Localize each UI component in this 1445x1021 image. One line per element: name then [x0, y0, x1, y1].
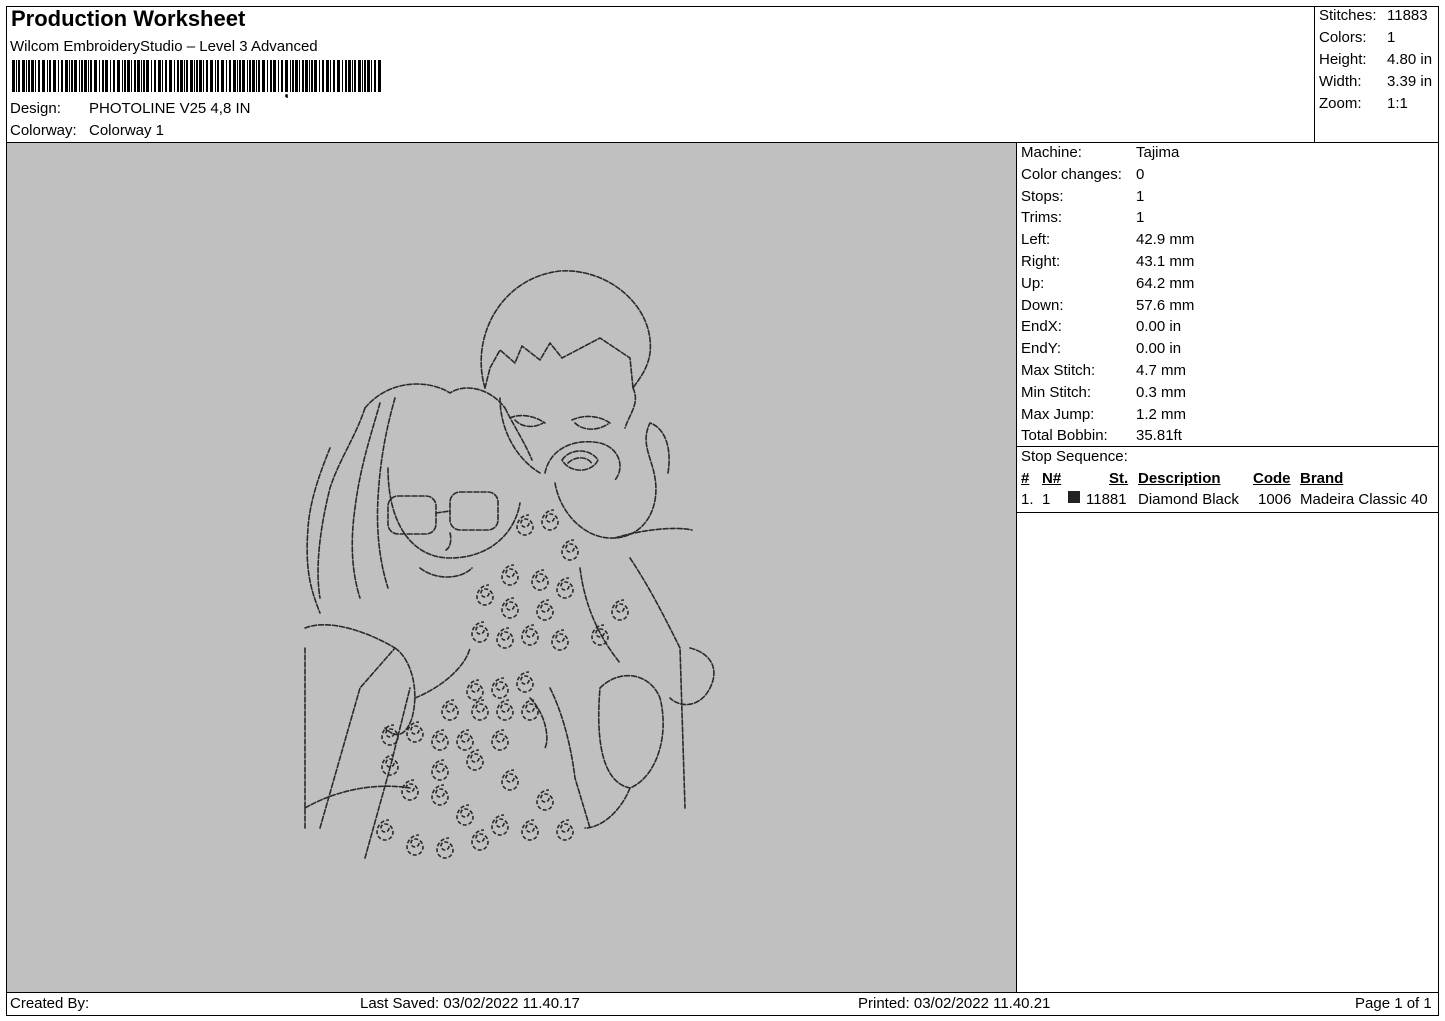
- machine-info-value: 43.1 mm: [1136, 253, 1195, 270]
- row-stitches: 11881: [1086, 491, 1127, 508]
- design-label: Design:: [10, 100, 61, 117]
- machine-info-value: 57.6 mm: [1136, 296, 1195, 314]
- design-value: PHOTOLINE V25 4,8 IN: [89, 100, 251, 117]
- machine-info-label: Left:: [1021, 231, 1051, 249]
- machine-info-value: 4.7 mm: [1136, 362, 1187, 379]
- machine-info-value: 1.2 mm: [1136, 405, 1187, 423]
- zoom-value: 1:1: [1387, 95, 1408, 112]
- row-number: 1.: [1021, 491, 1034, 508]
- svg-text:,: ,: [284, 81, 289, 98]
- colorway-value: Colorway 1: [89, 122, 165, 139]
- col-brand: Brand: [1300, 470, 1344, 487]
- machine-info-label: Min Stitch:: [1021, 383, 1092, 401]
- machine-info-label: EndX:: [1021, 318, 1062, 336]
- col-number: #: [1021, 470, 1030, 487]
- machine-info-label: Stops:: [1021, 187, 1064, 205]
- machine-info-label: Max Jump:: [1021, 405, 1095, 423]
- width-label: Width:: [1319, 73, 1362, 90]
- machine-info-value: 0: [1136, 165, 1145, 183]
- summary-divider: [1314, 6, 1315, 143]
- stitches-label: Stitches:: [1319, 7, 1377, 24]
- printed-date: Printed: 03/02/2022 11.40.21: [858, 995, 1051, 1012]
- machine-info-label: Right:: [1021, 253, 1061, 270]
- stitches-value: 11883: [1387, 7, 1428, 24]
- footer-divider: [6, 992, 1439, 993]
- width-value: 3.39 in: [1387, 73, 1433, 90]
- machine-info-value: 1: [1136, 187, 1145, 205]
- machine-info-label: Total Bobbin:: [1021, 427, 1108, 445]
- machine-info-label: Color changes:: [1021, 165, 1122, 183]
- col-code: Code: [1253, 470, 1291, 487]
- colorway-label: Colorway:: [10, 122, 77, 139]
- created-by: Created By:: [10, 995, 90, 1012]
- color-swatch: [1068, 491, 1080, 503]
- machine-info-value: 64.2 mm: [1136, 274, 1195, 292]
- machine-info-value: 1: [1136, 209, 1145, 227]
- height-label: Height:: [1319, 51, 1367, 68]
- row-brand: Madeira Classic 40: [1300, 491, 1428, 508]
- machine-info-label: Down:: [1021, 296, 1064, 314]
- machine-info-value: Tajima: [1136, 144, 1180, 161]
- row-needle: 1: [1042, 491, 1051, 508]
- row-code: 1006: [1258, 491, 1292, 508]
- page-number: Page 1 of 1: [1355, 995, 1432, 1012]
- barcode-icon: ,: [12, 60, 381, 98]
- stops-divider: [1016, 512, 1439, 513]
- worksheet-title: Production Worksheet: [11, 6, 246, 31]
- canvas-divider: [1016, 142, 1017, 993]
- machine-info-value: 0.00 in: [1136, 318, 1182, 336]
- machine-info-label: Trims:: [1021, 209, 1063, 227]
- col-stitches: St.: [1109, 470, 1129, 487]
- height-value: 4.80 in: [1387, 51, 1433, 68]
- stop-sequence-label: Stop Sequence:: [1021, 448, 1128, 465]
- machine-info-value: 35.81ft: [1136, 427, 1182, 445]
- machine-info-value: 0.3 mm: [1136, 383, 1187, 401]
- software-name: Wilcom EmbroideryStudio – Level 3 Advanc…: [10, 38, 318, 55]
- colors-label: Colors:: [1319, 29, 1367, 46]
- embroidery-design-preview: [304, 270, 715, 859]
- col-needle: N#: [1042, 470, 1062, 487]
- machine-info-value: 0.00 in: [1136, 340, 1182, 358]
- col-description: Description: [1138, 470, 1221, 487]
- machine-info-label: Up:: [1021, 274, 1045, 292]
- machine-info-label: Machine:: [1021, 144, 1082, 161]
- machine-divider: [1016, 446, 1439, 447]
- last-saved: Last Saved: 03/02/2022 11.40.17: [360, 995, 580, 1012]
- machine-info-label: Max Stitch:: [1021, 362, 1096, 379]
- row-description: Diamond Black: [1138, 491, 1239, 508]
- colors-value: 1: [1387, 29, 1396, 46]
- zoom-label: Zoom:: [1319, 95, 1362, 112]
- machine-info-value: 42.9 mm: [1136, 231, 1195, 249]
- machine-info-label: EndY:: [1021, 340, 1062, 358]
